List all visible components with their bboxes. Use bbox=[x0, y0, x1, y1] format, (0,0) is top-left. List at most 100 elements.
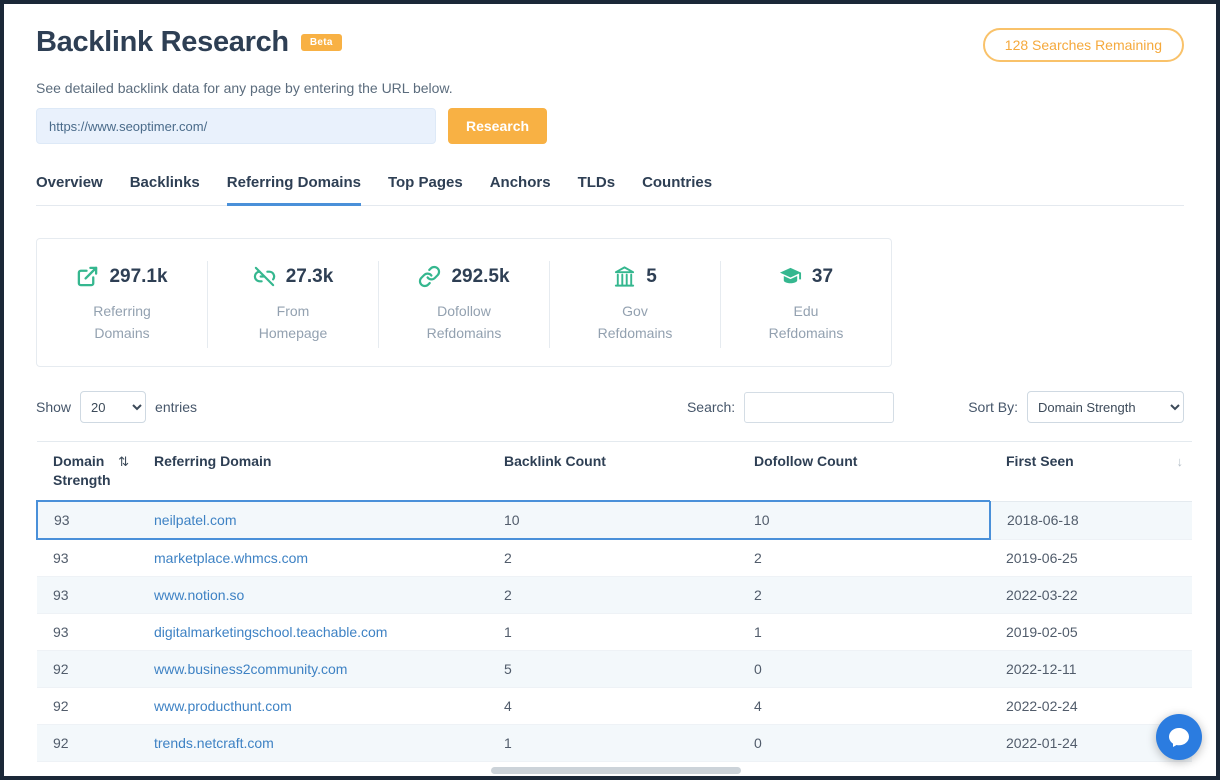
cell-referring-domain: marketplace.whmcs.com bbox=[138, 539, 488, 577]
stat-value: 292.5k bbox=[451, 266, 509, 288]
table-row: 92www.producthunt.com442022-02-24 bbox=[37, 688, 1192, 725]
referring-domain-link[interactable]: www.business2community.com bbox=[154, 661, 347, 677]
cell-referring-domain: www.notion.so bbox=[138, 577, 488, 614]
referring-domain-link[interactable]: www.notion.so bbox=[154, 587, 244, 603]
entries-label: entries bbox=[155, 399, 197, 415]
sort-control: Sort By: Domain Strength bbox=[968, 391, 1184, 423]
column-header-referring-domain[interactable]: Referring Domain bbox=[138, 442, 488, 501]
cell-dofollow-count: 0 bbox=[738, 651, 990, 688]
tab-countries[interactable]: Countries bbox=[642, 174, 712, 206]
url-input[interactable] bbox=[36, 108, 436, 144]
cell-first-seen: 2019-02-05 bbox=[990, 614, 1192, 651]
research-button[interactable]: Research bbox=[448, 108, 547, 144]
stat-label: From Homepage bbox=[247, 301, 339, 344]
stats-card: 297.1k Referring Domains 27.3k From Homepag… bbox=[36, 238, 892, 367]
cell-referring-domain: www.producthunt.com bbox=[138, 688, 488, 725]
cell-backlink-count: 2 bbox=[488, 539, 738, 577]
tab-anchors[interactable]: Anchors bbox=[490, 174, 551, 206]
link-icon bbox=[418, 265, 441, 288]
cell-first-seen: 2018-06-18 bbox=[990, 501, 1192, 539]
cell-dofollow-count: 10 bbox=[738, 501, 990, 539]
stat-value: 5 bbox=[646, 266, 657, 288]
stat-edu-refdomains: 37Edu Refdomains bbox=[721, 261, 891, 348]
cell-backlink-count: 10 bbox=[488, 501, 738, 539]
cell-backlink-count: 2 bbox=[488, 577, 738, 614]
page-title: Backlink Research bbox=[36, 26, 289, 59]
cell-first-seen: 2022-02-24 bbox=[990, 688, 1192, 725]
page-header: Backlink Research Beta 128 Searches Rema… bbox=[36, 4, 1184, 62]
cell-dofollow-count: 4 bbox=[738, 688, 990, 725]
column-header-first-seen[interactable]: First Seen↓ bbox=[990, 442, 1192, 501]
table-row: 93www.notion.so222022-03-22 bbox=[37, 577, 1192, 614]
show-entries-control: Show 20 entries bbox=[36, 391, 197, 423]
referring-domain-link[interactable]: marketplace.whmcs.com bbox=[154, 550, 308, 566]
cell-domain-strength: 92 bbox=[37, 688, 138, 725]
cell-dofollow-count: 0 bbox=[738, 725, 990, 762]
stat-referring-domains: 297.1k Referring Domains bbox=[37, 261, 208, 348]
unlink-icon bbox=[253, 265, 276, 288]
stat-label: Edu Refdomains bbox=[760, 301, 852, 344]
search-label: Search: bbox=[687, 399, 735, 415]
column-header-backlink-count[interactable]: Backlink Count bbox=[488, 442, 738, 501]
column-header-dofollow-count[interactable]: Dofollow Count bbox=[738, 442, 990, 501]
table-body: 93neilpatel.com10102018-06-1893marketpla… bbox=[37, 501, 1192, 762]
stat-gov-refdomains: 5 Gov Refdomains bbox=[550, 261, 721, 348]
stat-label: Gov Refdomains bbox=[589, 301, 681, 344]
entries-select[interactable]: 20 bbox=[80, 391, 146, 423]
tab-tlds[interactable]: TLDs bbox=[578, 174, 616, 206]
table-header-row: Domain Strength⇅Referring DomainBacklink… bbox=[37, 442, 1192, 501]
sort-arrows-icon: ⇅ bbox=[118, 453, 129, 471]
column-header-domain-strength[interactable]: Domain Strength⇅ bbox=[37, 442, 138, 501]
cell-referring-domain: neilpatel.com bbox=[138, 501, 488, 539]
table-controls: Show 20 entries Search: Sort By: Domain … bbox=[36, 391, 1184, 423]
cell-domain-strength: 93 bbox=[37, 501, 138, 539]
cell-first-seen: 2019-06-25 bbox=[990, 539, 1192, 577]
referring-domains-table: Domain Strength⇅Referring DomainBacklink… bbox=[36, 441, 1192, 762]
stat-from-homepage: 27.3k From Homepage bbox=[208, 261, 379, 348]
cell-referring-domain: www.business2community.com bbox=[138, 651, 488, 688]
cell-referring-domain: trends.netcraft.com bbox=[138, 725, 488, 762]
chat-launcher-button[interactable] bbox=[1156, 714, 1202, 760]
table-row: 92www.business2community.com502022-12-11 bbox=[37, 651, 1192, 688]
bank-icon bbox=[613, 265, 636, 288]
cell-backlink-count: 4 bbox=[488, 688, 738, 725]
sort-by-label: Sort By: bbox=[968, 399, 1018, 415]
cell-domain-strength: 92 bbox=[37, 651, 138, 688]
referring-domain-link[interactable]: digitalmarketingschool.teachable.com bbox=[154, 624, 387, 640]
table-row: 93marketplace.whmcs.com222019-06-25 bbox=[37, 539, 1192, 577]
page-subtitle: See detailed backlink data for any page … bbox=[36, 80, 1184, 96]
cell-backlink-count: 1 bbox=[488, 614, 738, 651]
external-link-icon bbox=[76, 265, 99, 288]
show-label: Show bbox=[36, 399, 71, 415]
stat-value: 27.3k bbox=[286, 266, 334, 288]
table-row: 93 digitalmarketingschool.teachable.com 11… bbox=[37, 614, 1192, 651]
tab-referring-domains[interactable]: Referring Domains bbox=[227, 174, 361, 206]
cell-backlink-count: 5 bbox=[488, 651, 738, 688]
cell-referring-domain: digitalmarketingschool.teachable.com bbox=[138, 614, 488, 651]
referring-domain-link[interactable]: www.producthunt.com bbox=[154, 698, 292, 714]
stat-value: 297.1k bbox=[109, 266, 167, 288]
referring-domain-link[interactable]: neilpatel.com bbox=[154, 512, 237, 528]
page-frame: Backlink Research Beta 128 Searches Rema… bbox=[0, 0, 1220, 780]
sort-down-icon: ↓ bbox=[1177, 453, 1184, 471]
referring-domain-link[interactable]: trends.netcraft.com bbox=[154, 735, 274, 751]
stat-label: Referring Domains bbox=[76, 301, 168, 344]
tab-backlinks[interactable]: Backlinks bbox=[130, 174, 200, 206]
cell-domain-strength: 93 bbox=[37, 539, 138, 577]
url-form: Research bbox=[36, 108, 1184, 144]
cell-domain-strength: 93 bbox=[37, 614, 138, 651]
cell-dofollow-count: 1 bbox=[738, 614, 990, 651]
sort-by-select[interactable]: Domain Strength bbox=[1027, 391, 1184, 423]
search-input[interactable] bbox=[744, 392, 894, 423]
cell-dofollow-count: 2 bbox=[738, 539, 990, 577]
cell-domain-strength: 93 bbox=[37, 577, 138, 614]
searches-remaining-badge: 128 Searches Remaining bbox=[983, 28, 1184, 62]
cell-first-seen: 2022-03-22 bbox=[990, 577, 1192, 614]
tab-overview[interactable]: Overview bbox=[36, 174, 103, 206]
stat-dofollow-refdomains: 292.5kDofollow Refdomains bbox=[379, 261, 550, 348]
horizontal-scrollbar-thumb[interactable] bbox=[491, 767, 741, 774]
table-row: 92trends.netcraft.com102022-01-24 bbox=[37, 725, 1192, 762]
main-content: Backlink Research Beta 128 Searches Rema… bbox=[4, 4, 1216, 762]
table-row: 93neilpatel.com10102018-06-18 bbox=[37, 501, 1192, 539]
tab-top-pages[interactable]: Top Pages bbox=[388, 174, 463, 206]
